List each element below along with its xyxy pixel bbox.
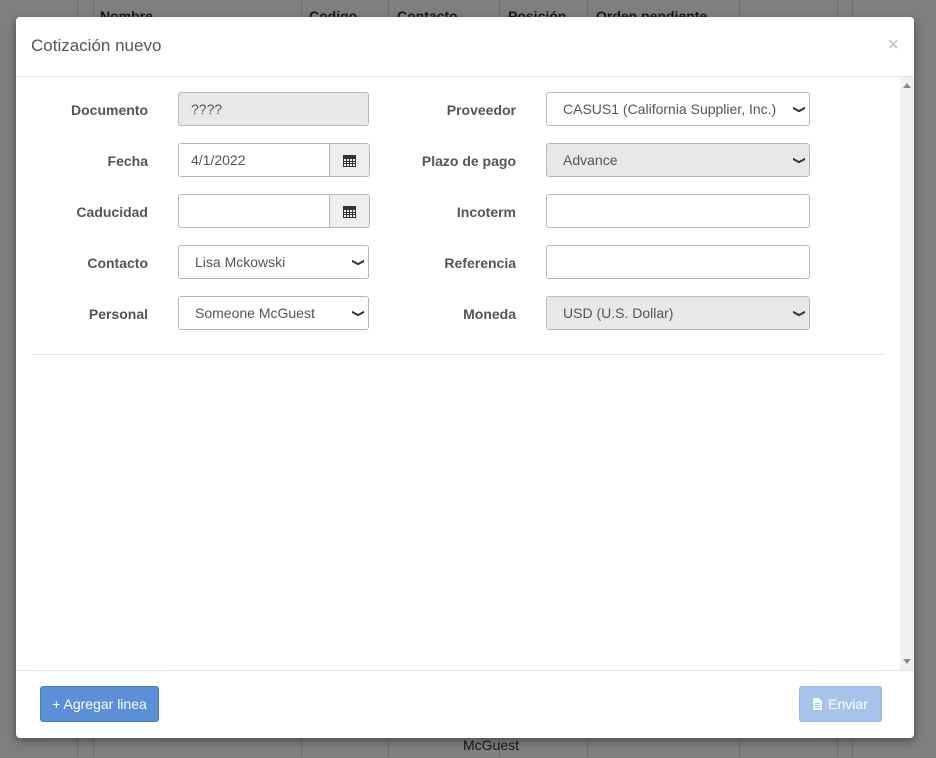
section-divider: [31, 354, 884, 355]
date-value: 4/1/2022: [191, 152, 246, 168]
close-icon[interactable]: ×: [887, 35, 899, 55]
scroll-down-icon[interactable]: [903, 659, 911, 664]
add-line-button[interactable]: + Agregar linea: [40, 686, 159, 722]
expiry-input[interactable]: [178, 194, 330, 228]
supplier-value: CASUS1 (California Supplier, Inc.): [563, 101, 777, 117]
incoterm-input[interactable]: [546, 194, 810, 228]
modal-body: Documento Fecha Caducidad Contacto Perso…: [16, 77, 914, 670]
label-document: Documento: [71, 102, 148, 118]
quote-modal: Cotización nuevo × Documento Fecha Caduc…: [16, 17, 914, 738]
label-incoterm: Incoterm: [456, 204, 516, 220]
label-supplier: Proveedor: [446, 102, 516, 118]
payment-term-value: Advance: [563, 152, 618, 168]
payment-term-select: Advance ❯: [546, 143, 810, 177]
contact-select[interactable]: Lisa Mckowski ❯: [178, 245, 369, 279]
currency-value: USD (U.S. Dollar): [563, 305, 674, 321]
chevron-down-icon: ❯: [351, 308, 365, 318]
send-label: Enviar: [828, 696, 868, 712]
label-payment-term: Plazo de pago: [421, 153, 516, 169]
chevron-down-icon: ❯: [792, 308, 806, 318]
date-calendar-button[interactable]: [330, 143, 370, 177]
supplier-select[interactable]: CASUS1 (California Supplier, Inc.) ❯: [546, 92, 810, 126]
expiry-calendar-button[interactable]: [330, 194, 370, 228]
modal-footer: + Agregar linea Enviar: [16, 670, 914, 739]
label-date: Fecha: [107, 153, 148, 169]
label-expiry: Caducidad: [76, 204, 148, 220]
label-contact: Contacto: [87, 255, 148, 271]
label-reference: Referencia: [444, 255, 516, 271]
document-value: ????: [191, 101, 223, 117]
file-icon: [813, 698, 823, 710]
currency-select: USD (U.S. Dollar) ❯: [546, 296, 810, 330]
staff-value: Someone McGuest: [195, 305, 315, 321]
staff-select[interactable]: Someone McGuest ❯: [178, 296, 369, 330]
chevron-down-icon: ❯: [351, 257, 365, 267]
modal-scrollbar[interactable]: [900, 77, 914, 670]
reference-input[interactable]: [546, 245, 810, 279]
chevron-down-icon: ❯: [792, 104, 806, 114]
label-staff: Personal: [88, 306, 148, 322]
modal-title: Cotización nuevo: [31, 36, 162, 55]
scroll-up-icon[interactable]: [903, 83, 911, 88]
modal-header: Cotización nuevo ×: [16, 17, 914, 77]
send-button[interactable]: Enviar: [799, 686, 882, 722]
contact-value: Lisa Mckowski: [195, 254, 286, 270]
document-field: ????: [178, 92, 369, 126]
date-input[interactable]: 4/1/2022: [178, 143, 330, 177]
label-currency: Moneda: [463, 306, 516, 322]
chevron-down-icon: ❯: [792, 155, 806, 165]
calendar-icon: [343, 205, 356, 218]
calendar-icon: [343, 154, 356, 167]
